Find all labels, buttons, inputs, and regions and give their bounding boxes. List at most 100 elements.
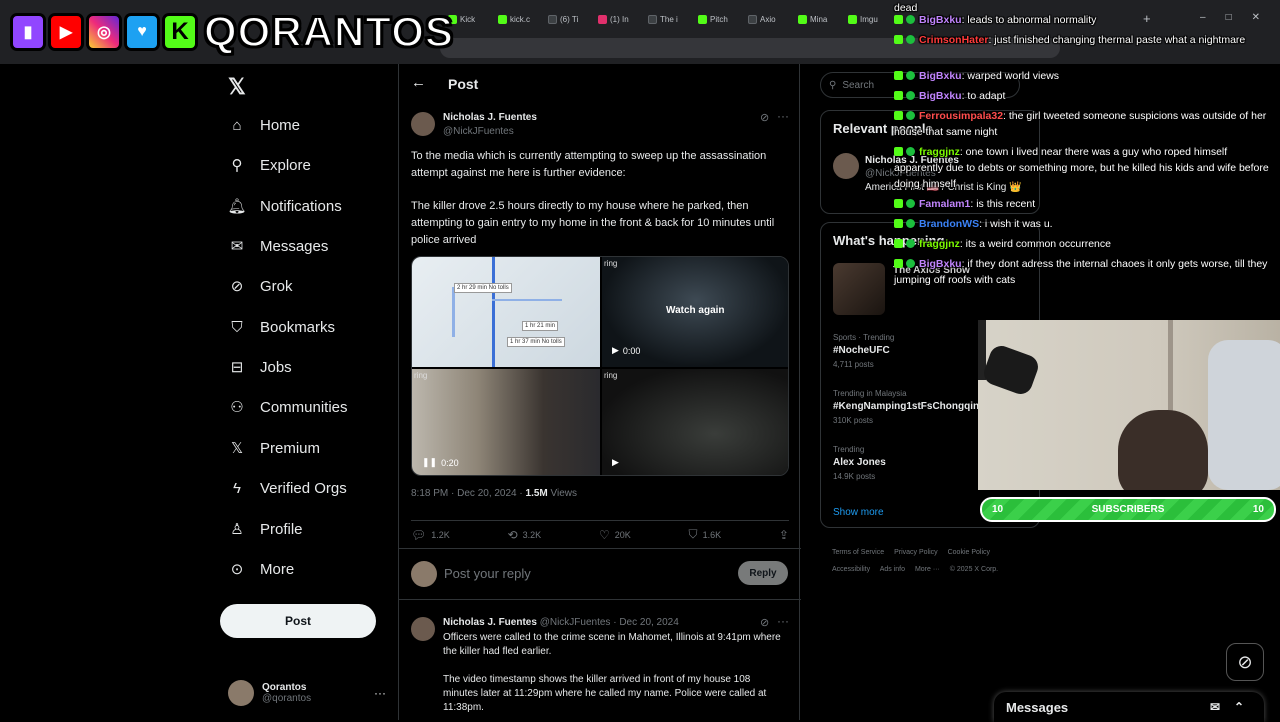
show-more-link[interactable]: Show more	[833, 507, 884, 518]
sub-badge-icon	[906, 111, 915, 120]
sidebar-item-jobs[interactable]: ⊟ Jobs	[228, 358, 292, 377]
sidebar-item-communities[interactable]: ⚇ Communities	[228, 398, 347, 417]
reply-input[interactable]: Post your reply	[444, 566, 531, 581]
sidebar-item-verified-orgs[interactable]: ϟ Verified Orgs	[228, 479, 347, 497]
browser-tab[interactable]: The i	[640, 8, 688, 30]
tab-strip: Kick kick.c (6) Ti (1) In The i Pitch Ax…	[440, 8, 888, 32]
kick-badge-icon	[894, 15, 903, 24]
reply-action[interactable]: 💬︎ 1.2K	[411, 527, 450, 542]
author-avatar[interactable]	[411, 617, 435, 641]
chat-username: BigBxku	[919, 14, 962, 26]
tab-favicon	[498, 14, 507, 24]
tweet-media-grid: 2 hr 29 min No tolls 1 hr 21 min 1 hr 37…	[411, 256, 789, 476]
browser-tab[interactable]: (1) In	[590, 8, 638, 30]
sidebar-item-messages[interactable]: ✉ Messages	[228, 237, 329, 256]
footer-link[interactable]: Accessibility	[832, 566, 870, 573]
more-icon[interactable]: ···	[777, 614, 789, 628]
tweet-text: To the media which is currently attempti…	[411, 150, 767, 179]
repost-action[interactable]: ⟲ 3.2K	[508, 527, 542, 542]
map-label: 1 hr 37 min No tolls	[507, 337, 565, 347]
browser-tab[interactable]: Pitch	[690, 8, 738, 30]
x-sidebar: 𝕏 ⌂ Home ⚲ Explore 🔔︎ Notifications ✉ Messag…	[220, 64, 398, 720]
trend-item[interactable]: Trending in Malaysia #KengNamping1stFsCh…	[833, 389, 985, 425]
chair	[1208, 340, 1280, 490]
avatar	[411, 561, 437, 587]
sidebar-item-more[interactable]: ⊙ More	[228, 560, 294, 579]
browser-tab[interactable]: Mina	[790, 8, 838, 30]
grok-floating-button[interactable]: ⊘	[1226, 643, 1264, 681]
ring-video-thumbnail[interactable]: ring Watch again ▶ 0:00	[602, 257, 788, 367]
sidebar-item-grok[interactable]: ⊘ Grok	[228, 277, 293, 296]
reply-author[interactable]: Nicholas J. Fuentes @NickJFuentes · Dec …	[443, 617, 679, 628]
x-logo-icon[interactable]: 𝕏	[228, 74, 246, 100]
sidebar-item-premium[interactable]: 𝕏 Premium	[228, 439, 320, 458]
browser-tab[interactable]: Imgu	[840, 8, 888, 30]
more-icon[interactable]: ···	[374, 686, 386, 700]
post-button[interactable]: Post	[220, 604, 376, 638]
avatar[interactable]	[833, 153, 859, 179]
author-handle[interactable]: @NickJFuentes	[443, 126, 514, 137]
chat-message: Famalam1: is this recent	[894, 196, 1278, 212]
chat-username: Famalam1	[919, 198, 971, 210]
footer-link[interactable]: More ···	[915, 566, 940, 573]
watch-again-button[interactable]: Watch again	[666, 305, 725, 316]
ring-watermark: ring	[604, 371, 618, 380]
more-icon[interactable]: ···	[777, 109, 789, 123]
reply-text: The video timestamp shows the killer arr…	[443, 674, 767, 713]
account-handle: @qorantos	[262, 693, 312, 704]
sidebar-item-explore[interactable]: ⚲ Explore	[228, 156, 311, 175]
trend-item[interactable]: Sports · Trending #NocheUFC 4,711 posts	[833, 333, 894, 369]
footer-link[interactable]: Terms of Service	[832, 549, 884, 556]
author-name[interactable]: Nicholas J. Fuentes	[443, 112, 537, 123]
new-message-icon[interactable]: ✉	[1210, 700, 1220, 714]
sidebar-item-profile[interactable]: ♙ Profile	[228, 520, 302, 539]
sidebar-item-bookmarks[interactable]: ⛉ Bookmarks	[228, 318, 335, 336]
x-icon: 𝕏	[230, 440, 244, 457]
play-icon[interactable]: ▶	[612, 457, 619, 468]
grok-icon[interactable]: ⊘	[760, 616, 769, 629]
like-action[interactable]: ♡ 20K	[599, 527, 631, 542]
footer-link[interactable]: Privacy Policy	[894, 549, 938, 556]
chat-message: BigBxku: warped world views	[894, 68, 1278, 84]
footer-link[interactable]: Cookie Policy	[948, 549, 990, 556]
heart-icon: ♡	[598, 527, 610, 542]
sidebar-item-home[interactable]: ⌂ Home	[228, 116, 300, 134]
event-thumbnail[interactable]	[833, 263, 885, 315]
play-icon[interactable]: ▶	[612, 345, 619, 356]
ring-video-thumbnail[interactable]: ring ▶	[602, 369, 788, 475]
kick-logo-icon: K	[162, 13, 198, 51]
bookmark-action[interactable]: ⛉ 1.6K	[689, 527, 722, 542]
chevron-up-icon[interactable]: ⌃	[1234, 700, 1244, 714]
grok-icon[interactable]: ⊘	[760, 111, 769, 124]
grok-icon: ⊘	[1237, 651, 1253, 672]
footer-link[interactable]: Ads info	[880, 566, 905, 573]
share-action[interactable]: ⇪	[779, 527, 789, 542]
stream-brand-overlay: ▮ ▶ ◎ ♥ K QORANTOS	[10, 7, 454, 56]
person-icon: ♙	[230, 521, 244, 538]
chat-message: BigBxku: to adapt	[894, 88, 1278, 104]
pause-icon[interactable]: ❚❚	[422, 457, 437, 468]
post-column: ← Post Nicholas J. Fuentes @NickJFuentes…	[398, 64, 801, 720]
author-avatar[interactable]	[411, 112, 435, 136]
browser-tab[interactable]: (6) Ti	[540, 8, 588, 30]
streamer	[1118, 410, 1208, 490]
chat-message: BigBxku: if they dont adress the interna…	[894, 258, 1268, 286]
sidebar-item-notifications[interactable]: 🔔︎ Notifications	[227, 197, 341, 216]
account-switcher[interactable]: Qorantos @qorantos ···	[228, 680, 398, 706]
browser-tab[interactable]: Axio	[740, 8, 788, 30]
browser-tab[interactable]: kick.c	[490, 8, 538, 30]
reply-composer: Post your reply Reply	[399, 548, 801, 600]
map-label: 2 hr 29 min No tolls	[454, 283, 512, 293]
trend-item[interactable]: Trending Alex Jones 14.9K posts	[833, 445, 886, 481]
reply-button[interactable]: Reply	[738, 561, 788, 585]
back-arrow-icon[interactable]: ←	[411, 74, 426, 91]
map-image[interactable]: 2 hr 29 min No tolls 1 hr 21 min 1 hr 37…	[412, 257, 600, 367]
stream-chat-overlay: dead BigBxku: leads to abnormal normalit…	[894, 2, 1278, 292]
kick-badge-icon	[894, 259, 903, 268]
kick-badge-icon	[894, 219, 903, 228]
map-label: 1 hr 21 min	[522, 321, 559, 331]
reply-text: Officers were called to the crime scene …	[443, 632, 781, 657]
ring-video-thumbnail[interactable]: ring ❚❚ 0:20	[412, 369, 600, 475]
chat-message: CrimsonHater: just finished changing the…	[894, 32, 1278, 48]
messages-drawer[interactable]: Messages ✉ ⌃	[994, 692, 1264, 722]
